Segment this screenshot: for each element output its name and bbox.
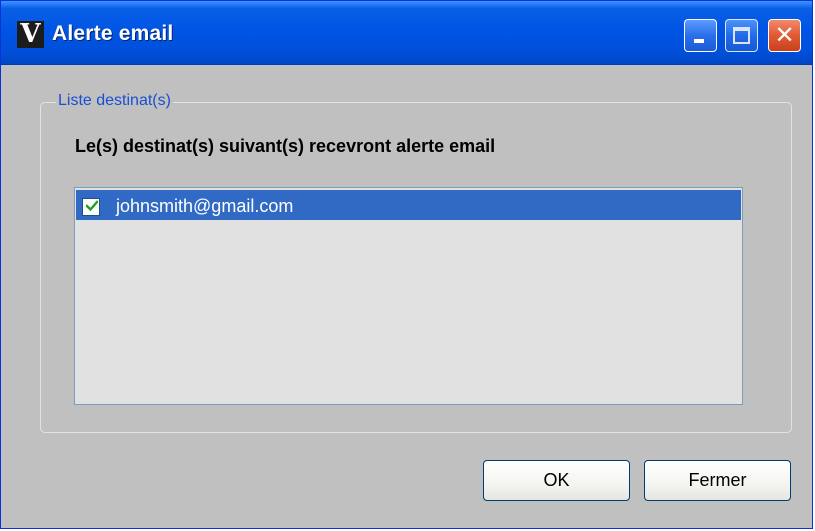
app-logo-icon: V — [17, 21, 44, 48]
groupbox-legend: Liste destinat(s) — [56, 91, 173, 111]
recipient-checkbox[interactable] — [82, 198, 100, 216]
minimize-button[interactable] — [684, 19, 717, 52]
recipients-list[interactable]: johnsmith@gmail.com — [74, 187, 743, 405]
window-title: Alerte email — [52, 22, 174, 45]
alert-email-dialog: V Alerte email ✕ Liste destinat(s) Le(s)… — [0, 0, 813, 529]
recipient-email: johnsmith@gmail.com — [116, 196, 294, 216]
maximize-button[interactable] — [725, 19, 758, 52]
close-icon: ✕ — [774, 21, 795, 49]
list-item[interactable]: johnsmith@gmail.com — [76, 190, 741, 220]
close-window-button[interactable]: ✕ — [768, 19, 801, 52]
instruction-text: Le(s) destinat(s) suivant(s) recevront a… — [75, 136, 496, 156]
checkmark-icon — [86, 200, 98, 212]
minimize-icon — [694, 39, 704, 43]
ok-button[interactable]: OK — [483, 460, 630, 501]
title-bar[interactable]: V Alerte email ✕ — [1, 1, 812, 65]
fermer-button[interactable]: Fermer — [644, 460, 791, 501]
maximize-icon — [733, 27, 750, 44]
